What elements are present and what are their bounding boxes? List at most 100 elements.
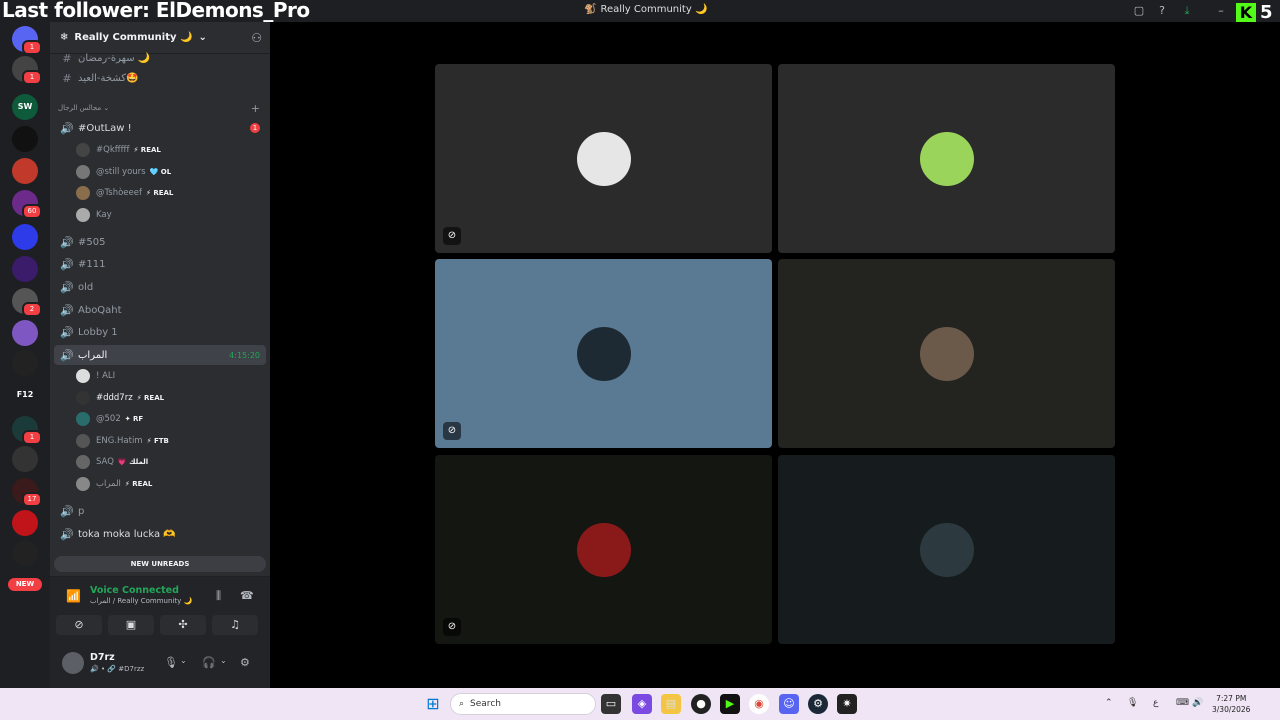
voice-channel[interactable]: 🔊 Lobby 1	[54, 322, 266, 342]
chevron-down-icon: ⌄	[198, 32, 207, 43]
guild-server-13[interactable]	[12, 446, 38, 472]
chevron-down-icon[interactable]: ⌄	[220, 656, 227, 665]
network-icon[interactable]: ⌨	[1176, 698, 1189, 708]
microphone-icon[interactable]: 🎙	[1127, 698, 1138, 708]
screen-share-button[interactable]: ▣	[108, 615, 154, 635]
disconnect-icon[interactable]: ☎	[240, 589, 254, 602]
voice-user-name: المراب	[96, 478, 121, 489]
chrome-icon[interactable]: ◉	[749, 694, 769, 714]
guild-server-9[interactable]	[12, 320, 38, 346]
chevron-down-icon[interactable]: ⌄	[180, 656, 187, 665]
avatar[interactable]	[62, 652, 84, 674]
voice-channel[interactable]: 🔊 old	[54, 277, 266, 297]
camera-button[interactable]: ⊘	[56, 615, 102, 635]
video-tile[interactable]	[778, 455, 1115, 644]
steam-icon[interactable]: ⚙	[808, 694, 828, 714]
hash-icon: #	[62, 71, 72, 85]
voice-user[interactable]: @still yours 🩵 OL	[76, 162, 264, 182]
voice-channel[interactable]: 🔊 #505	[54, 232, 266, 252]
obs-icon[interactable]: ●	[691, 694, 711, 714]
text-channel[interactable]: # كشخة-العيد🤩	[54, 68, 266, 88]
chevron-up-icon[interactable]: ⌃	[1105, 698, 1113, 708]
guild-server-1[interactable]: 1	[12, 56, 42, 85]
voice-location[interactable]: المراب / Really Community 🌙	[90, 597, 192, 605]
voice-user[interactable]: المراب ⚡ REAL	[76, 474, 264, 494]
minimize-icon[interactable]: –	[1214, 4, 1228, 18]
video-tile[interactable]: ⊘	[435, 455, 772, 644]
username[interactable]: D7rz	[90, 652, 115, 663]
text-channel[interactable]: # سهرة-رمضان 🌙	[54, 48, 266, 68]
add-member-icon[interactable]: ⚇	[251, 31, 262, 45]
voice-channel[interactable]: 🔊 AboQaht	[54, 300, 266, 320]
new-unreads-button[interactable]: NEW UNREADS	[54, 556, 266, 572]
download-icon[interactable]: ⤓	[1180, 4, 1194, 18]
voice-user[interactable]: Kay	[76, 205, 264, 225]
soundboard-button[interactable]: ♫	[212, 615, 258, 635]
inbox-icon[interactable]: ▢	[1132, 4, 1146, 18]
video-tile[interactable]: ⊘	[435, 64, 772, 253]
avatar	[920, 523, 974, 577]
copilot-icon[interactable]: ◈	[632, 694, 652, 714]
guild-server-14[interactable]: 17	[12, 478, 42, 507]
voice-user[interactable]: @Tshòeeef ⚡ REAL	[76, 183, 264, 203]
avatar	[920, 327, 974, 381]
voice-channel-outlaw[interactable]: 🔊 #OutLaw ! 1	[54, 118, 266, 138]
microphone-icon[interactable]: 🎙	[164, 656, 178, 669]
taskbar-search[interactable]: ⌕ Search	[450, 693, 596, 715]
guild-server-4[interactable]	[12, 158, 38, 184]
add-channel-icon[interactable]: +	[251, 102, 260, 115]
guild-server-3[interactable]	[12, 126, 38, 152]
file-explorer-icon[interactable]: ▤	[661, 694, 681, 714]
video-tile[interactable]: ⊘	[435, 259, 772, 448]
help-icon[interactable]: ?	[1155, 4, 1169, 18]
voice-user[interactable]: @502 ✦ RF	[76, 409, 264, 429]
headphones-icon[interactable]: 🎧	[202, 656, 216, 669]
category-header[interactable]: مجالس الرجال ⌄	[58, 104, 109, 112]
task-view-icon[interactable]: ▭	[601, 694, 621, 714]
video-tile[interactable]	[778, 259, 1115, 448]
new-pill[interactable]: NEW	[8, 578, 42, 591]
guild-server-5[interactable]: 60	[12, 190, 42, 219]
voice-user-name: ENG.Hatim	[96, 435, 143, 446]
guild-server-15[interactable]	[12, 510, 38, 536]
voice-user[interactable]: SAQ 💗 الملك	[76, 452, 264, 472]
guild-server-dev[interactable]	[12, 256, 38, 282]
signal-icon[interactable]: 📶	[66, 589, 81, 603]
voice-user[interactable]: ! ALI	[76, 366, 264, 386]
noise-suppression-icon[interactable]: ⫼	[216, 589, 221, 603]
voice-channel[interactable]: 🔊 #111	[54, 254, 266, 274]
avatar	[76, 164, 90, 179]
windows-start-icon[interactable]: ⊞	[423, 694, 443, 714]
voice-channel[interactable]: 🔊 p	[54, 501, 266, 521]
guild-server-6[interactable]	[12, 224, 38, 250]
guild-server-16[interactable]	[12, 540, 38, 566]
guild-server-12[interactable]: 1	[12, 416, 42, 445]
voice-status[interactable]: Voice Connected	[90, 585, 179, 596]
guild-server-f12[interactable]: F12	[12, 382, 38, 408]
avatar	[76, 207, 90, 222]
video-tile[interactable]	[778, 64, 1115, 253]
app-icon[interactable]: ✷	[837, 694, 857, 714]
voice-user-name: @502	[96, 414, 121, 424]
guild-server-sw[interactable]: SW	[12, 94, 38, 120]
clan-tag: ⚡ REAL	[133, 146, 161, 154]
guild-server-8[interactable]: 2	[12, 288, 42, 317]
discord-icon[interactable]: ☺	[779, 694, 799, 714]
guild-server-10[interactable]	[12, 350, 38, 376]
guild-direct-messages[interactable]: 1	[12, 26, 42, 55]
voice-user-name: #Qkfffff	[96, 145, 130, 155]
voice-user[interactable]: #ddd7rz ⚡ REAL	[76, 388, 264, 408]
voice-channel[interactable]: 🔊 toka moka lucka 🫶	[54, 524, 266, 544]
gear-icon[interactable]: ⚙	[240, 656, 250, 669]
server-name: Really Community 🌙	[74, 32, 193, 43]
clock[interactable]: 7:27 PM 3/30/2026	[1212, 693, 1250, 715]
language-icon[interactable]: ع	[1153, 698, 1158, 708]
voice-user[interactable]: #Qkfffff ⚡ REAL	[76, 140, 264, 160]
voice-channel-active[interactable]: 🔊 المراب 4:15:20	[54, 345, 266, 365]
volume-icon[interactable]: 🔊	[1192, 698, 1203, 708]
voice-user-name: SAQ	[96, 457, 114, 467]
activities-button[interactable]: ✣	[160, 615, 206, 635]
voice-user[interactable]: ENG.Hatim ⚡ FTB	[76, 431, 264, 451]
kick-app-icon[interactable]: ▶	[720, 694, 740, 714]
guild-label: F12	[16, 390, 34, 399]
